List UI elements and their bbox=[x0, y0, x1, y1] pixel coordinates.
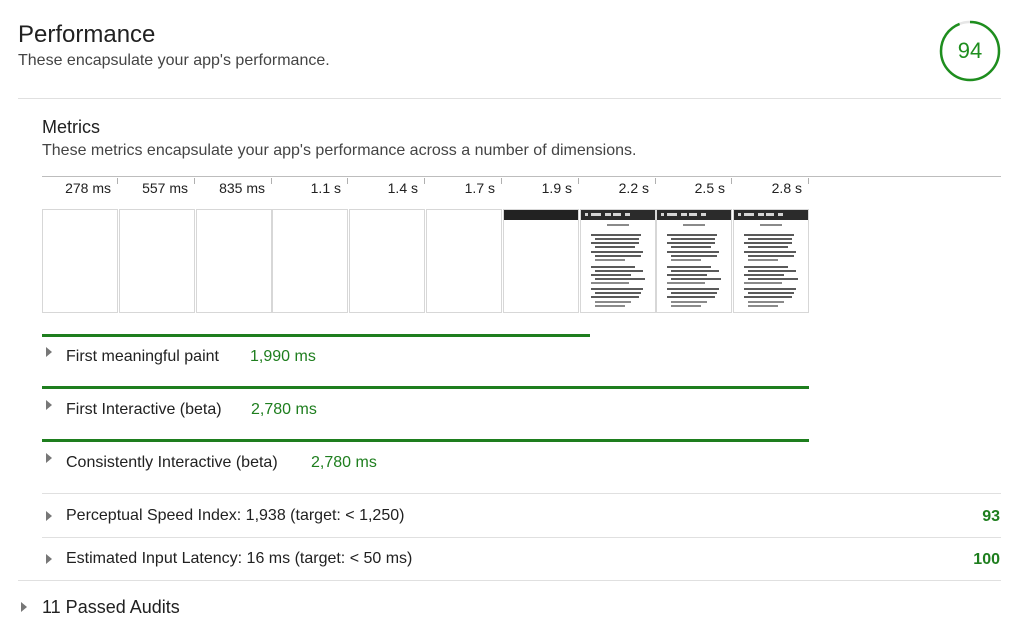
filmstrip-timestamp: 2.2 s bbox=[618, 180, 649, 196]
filmstrip-tick bbox=[731, 178, 732, 184]
filmstrip-tick bbox=[808, 178, 809, 184]
filmstrip-frame bbox=[426, 209, 502, 313]
filmstrip-frame bbox=[349, 209, 425, 313]
filmstrip-tick bbox=[424, 178, 425, 184]
filmstrip-timestamp: 278 ms bbox=[65, 180, 111, 196]
filmstrip-timestamp: 835 ms bbox=[219, 180, 265, 196]
filmstrip-frame bbox=[733, 209, 809, 313]
header-divider bbox=[18, 98, 1001, 99]
consistently-interactive-bar bbox=[42, 439, 809, 442]
expand-arrow-icon[interactable] bbox=[46, 453, 52, 463]
category-title: Performance bbox=[18, 21, 156, 48]
expand-arrow-icon[interactable] bbox=[46, 554, 52, 564]
filmstrip-tick bbox=[347, 178, 348, 184]
filmstrip-tick bbox=[117, 178, 118, 184]
first-meaningful-paint-bar bbox=[42, 334, 590, 337]
metrics-divider bbox=[42, 176, 1001, 177]
consistently-interactive-label[interactable]: Consistently Interactive (beta) bbox=[66, 453, 278, 473]
filmstrip-tick bbox=[194, 178, 195, 184]
first-interactive-label[interactable]: First Interactive (beta) bbox=[66, 400, 222, 420]
score-gauge: 94 bbox=[938, 19, 1002, 83]
metrics-description: These metrics encapsulate your app's per… bbox=[42, 142, 637, 159]
section-divider bbox=[18, 580, 1001, 581]
row-divider bbox=[42, 537, 1001, 538]
perceptual-speed-index-score: 93 bbox=[982, 508, 1000, 525]
filmstrip-timestamp: 1.1 s bbox=[310, 180, 341, 196]
estimated-input-latency-label[interactable]: Estimated Input Latency: 16 ms (target: … bbox=[66, 549, 412, 569]
expand-arrow-icon[interactable] bbox=[46, 400, 52, 410]
first-interactive-value: 2,780 ms bbox=[251, 401, 317, 418]
row-divider bbox=[42, 493, 1001, 494]
passed-audits-label[interactable]: 11 Passed Audits bbox=[42, 596, 180, 618]
expand-arrow-icon[interactable] bbox=[46, 347, 52, 357]
filmstrip-timestamp: 557 ms bbox=[142, 180, 188, 196]
filmstrip-frame bbox=[42, 209, 118, 313]
metrics-title: Metrics bbox=[42, 117, 100, 137]
expand-arrow-icon[interactable] bbox=[46, 511, 52, 521]
filmstrip-frame bbox=[272, 209, 348, 313]
filmstrip-timestamp: 2.8 s bbox=[771, 180, 802, 196]
filmstrip-frame bbox=[196, 209, 272, 313]
category-description: These encapsulate your app's performance… bbox=[18, 52, 330, 69]
filmstrip-tick bbox=[578, 178, 579, 184]
perceptual-speed-index-label[interactable]: Perceptual Speed Index: 1,938 (target: <… bbox=[66, 506, 404, 526]
first-meaningful-paint-label[interactable]: First meaningful paint bbox=[66, 347, 219, 367]
first-interactive-bar bbox=[42, 386, 809, 389]
filmstrip-tick bbox=[501, 178, 502, 184]
expand-arrow-icon[interactable] bbox=[21, 602, 27, 612]
first-meaningful-paint-value: 1,990 ms bbox=[250, 348, 316, 365]
filmstrip-frame bbox=[580, 209, 656, 313]
consistently-interactive-value: 2,780 ms bbox=[311, 454, 377, 471]
category-score: 94 bbox=[957, 38, 983, 63]
estimated-input-latency-score: 100 bbox=[973, 551, 1000, 568]
filmstrip-frame bbox=[503, 209, 579, 313]
filmstrip-frame bbox=[119, 209, 195, 313]
filmstrip-timestamp: 1.4 s bbox=[387, 180, 418, 196]
filmstrip-timestamp: 1.9 s bbox=[541, 180, 572, 196]
filmstrip-frame bbox=[656, 209, 732, 313]
filmstrip-timestamp: 1.7 s bbox=[464, 180, 495, 196]
filmstrip-timestamp: 2.5 s bbox=[694, 180, 725, 196]
